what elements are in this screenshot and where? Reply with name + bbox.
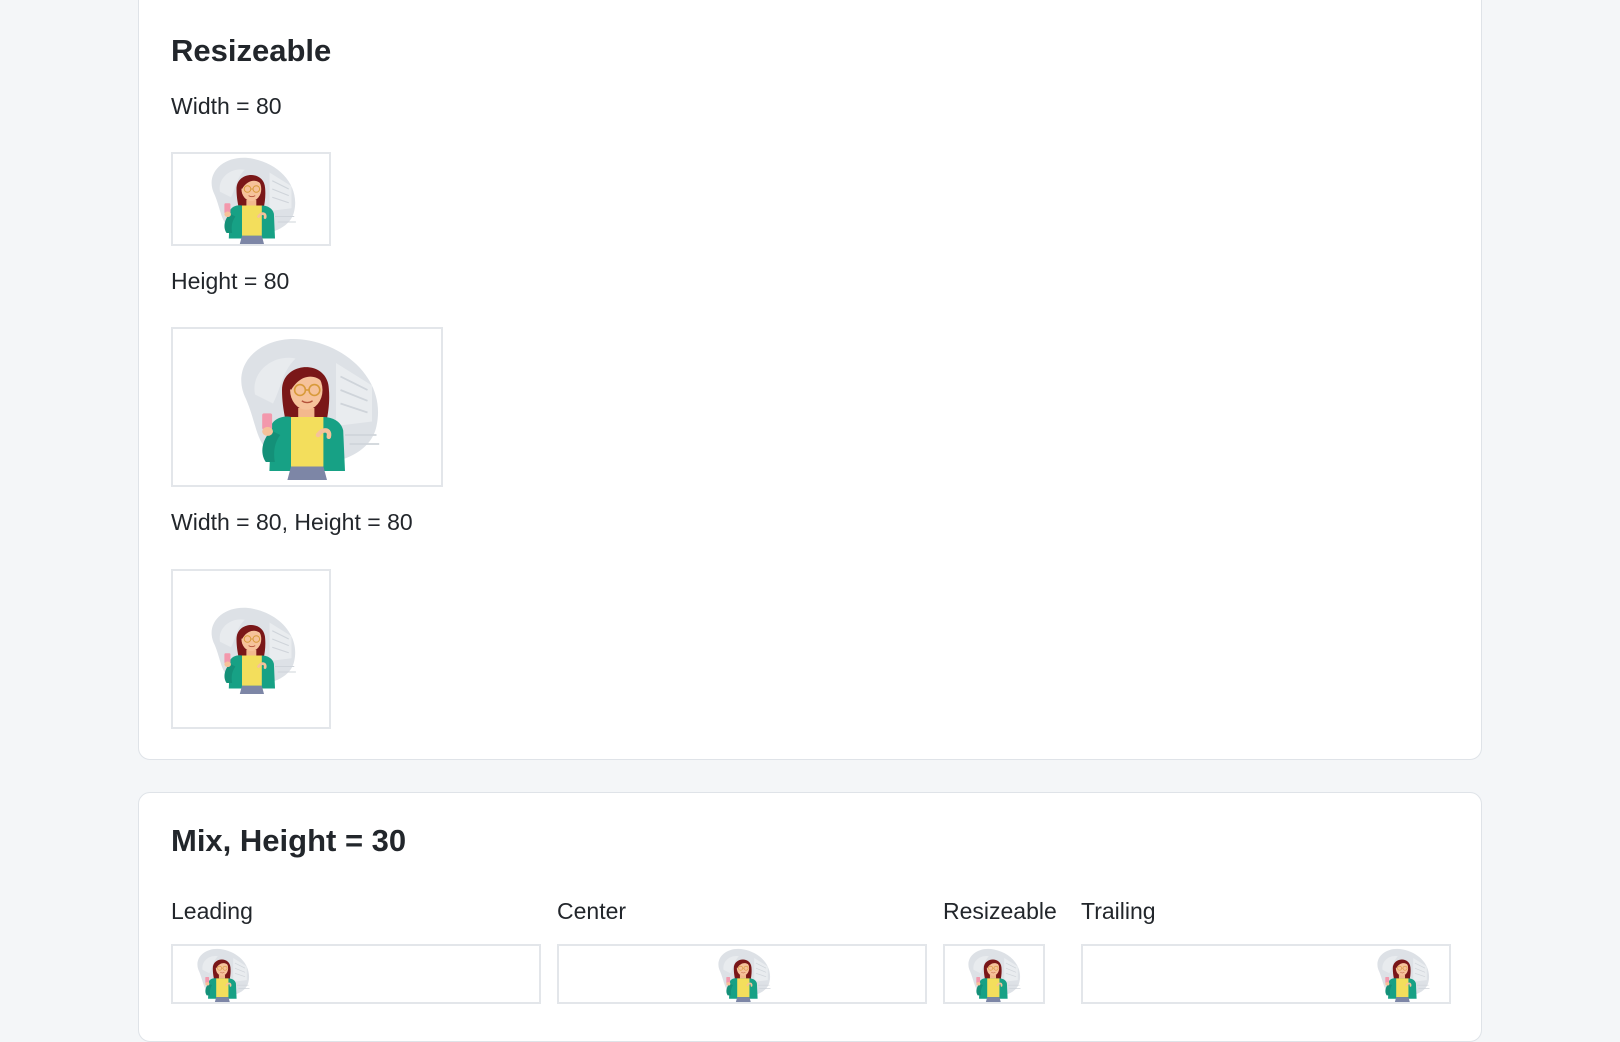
height-80-label: Height = 80 bbox=[171, 268, 290, 294]
resizeable-section-card: Resizeable Width = 80 Height = 80 Width … bbox=[138, 0, 1482, 760]
trailing-label: Trailing bbox=[1081, 898, 1156, 924]
mix-section-card: Mix, Height = 30 Leading Center Resizeab… bbox=[138, 792, 1482, 1042]
leading-image-frame bbox=[171, 944, 541, 1004]
width-80-label: Width = 80 bbox=[171, 93, 282, 119]
woman-illustration-image bbox=[198, 154, 308, 246]
width-height-80-image-frame bbox=[171, 569, 331, 729]
resizeable-label: Resizeable bbox=[943, 898, 1057, 924]
trailing-image-frame bbox=[1081, 944, 1451, 1004]
height-80-image-frame bbox=[171, 327, 443, 487]
center-label: Center bbox=[557, 898, 627, 924]
mix-section-title: Mix, Height = 30 bbox=[171, 823, 407, 858]
woman-illustration-image bbox=[198, 604, 308, 696]
woman-illustration-image bbox=[710, 946, 778, 1004]
width-height-80-label: Width = 80, Height = 80 bbox=[171, 509, 413, 535]
leading-label: Leading bbox=[171, 898, 253, 924]
woman-illustration-image bbox=[960, 946, 1028, 1004]
width-80-image-frame bbox=[171, 152, 331, 246]
resizeable-image-frame bbox=[943, 944, 1045, 1004]
resizeable-section-title: Resizeable bbox=[171, 33, 332, 68]
woman-illustration-image bbox=[219, 329, 399, 487]
woman-illustration-image bbox=[1369, 946, 1437, 1004]
woman-illustration-image bbox=[189, 946, 257, 1004]
center-image-frame bbox=[557, 944, 927, 1004]
